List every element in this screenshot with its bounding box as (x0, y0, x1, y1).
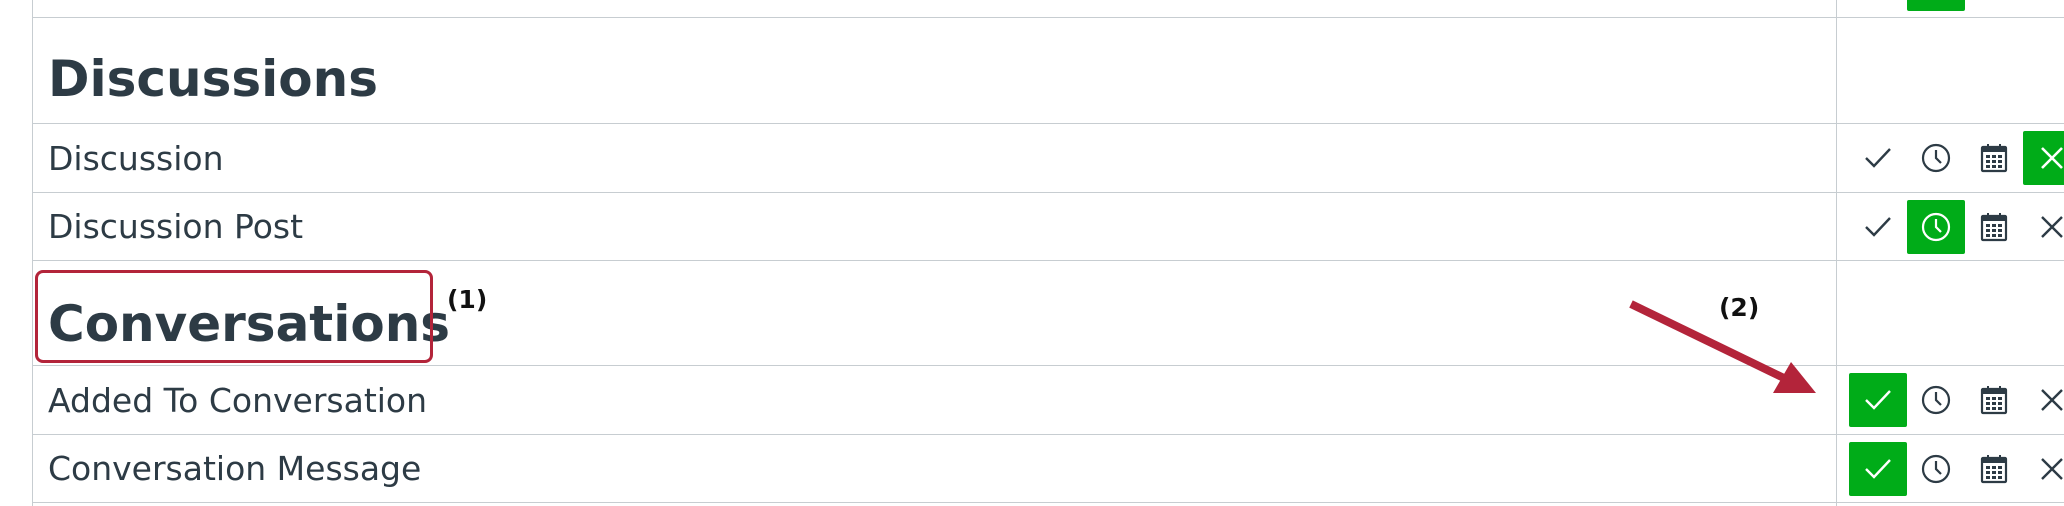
annotation-arrow (1629, 300, 1816, 393)
